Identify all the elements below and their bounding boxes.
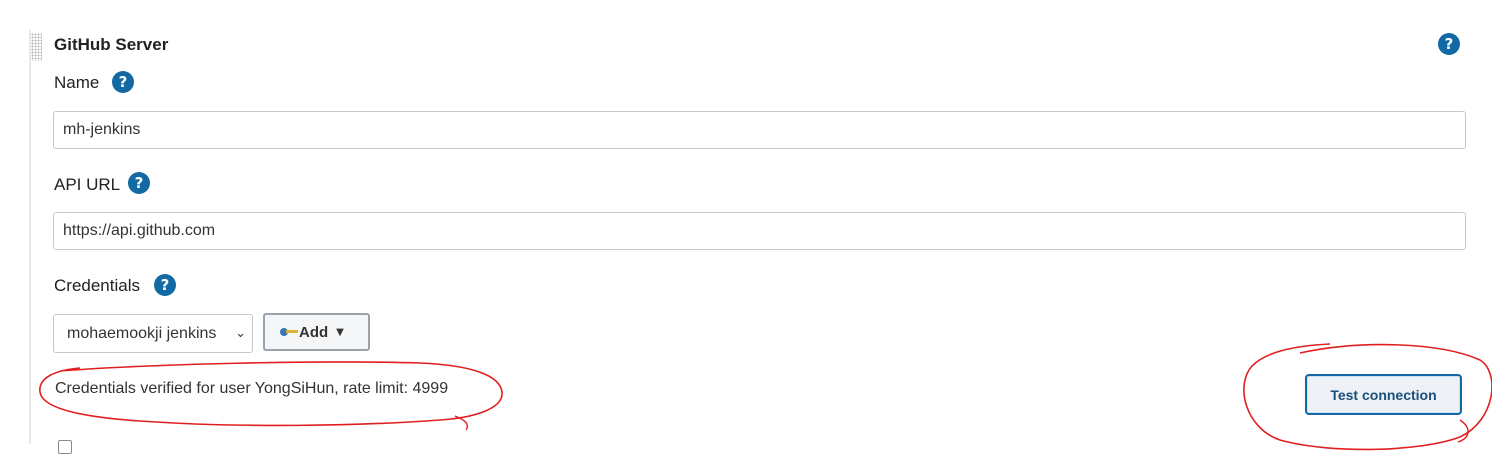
section-help-icon[interactable]: ? [1438,33,1460,55]
test-connection-button[interactable]: Test connection [1305,374,1462,415]
status-annotation-tail [454,415,469,431]
credentials-label: Credentials [54,276,140,295]
api-url-label: API URL [54,175,121,194]
credentials-selected-value: mohaemookji jenkins [67,324,217,342]
chevron-down-icon: ⌄ [235,326,246,341]
name-help-icon[interactable]: ? [112,71,134,93]
button-annotation-tail [1457,419,1469,443]
credentials-select[interactable]: mohaemookji jenkins ⌄ [53,314,253,353]
drag-handle[interactable] [31,33,42,61]
add-credentials-button[interactable]: Add ▼ [263,313,370,351]
key-icon [280,327,298,337]
caret-down-icon: ▼ [336,326,344,338]
section-border [29,30,31,444]
manage-hooks-checkbox[interactable] [58,440,72,454]
api-url-input[interactable] [53,212,1466,250]
credentials-help-icon[interactable]: ? [154,274,176,296]
name-input[interactable] [53,111,1466,149]
section-title: GitHub Server [54,35,169,54]
api-url-help-icon[interactable]: ? [128,172,150,194]
add-button-label: Add [299,323,329,341]
name-label: Name [54,73,100,92]
verification-status: Credentials verified for user YongSiHun,… [55,380,449,397]
